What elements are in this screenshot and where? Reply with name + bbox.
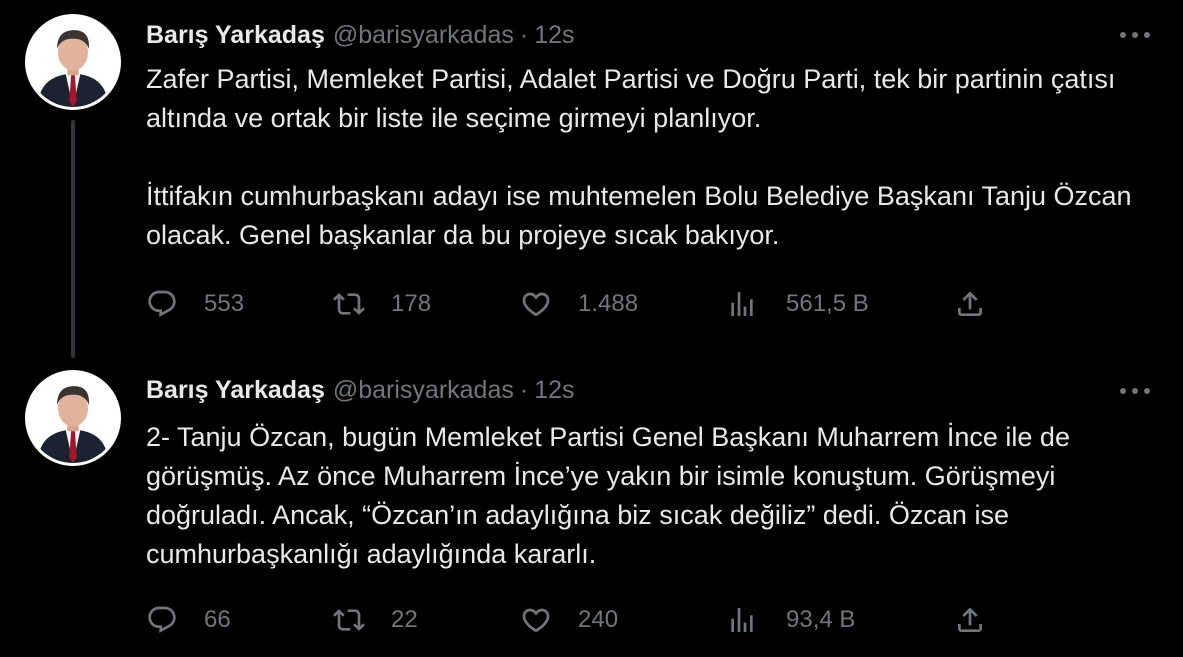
author-name[interactable]: Barış Yarkadaş xyxy=(146,376,325,405)
header-separator: · xyxy=(519,375,529,404)
like-button[interactable]: 240 xyxy=(520,600,618,640)
like-count: 240 xyxy=(578,606,619,633)
views-count: 93,4 B xyxy=(786,606,856,633)
retweet-button[interactable]: 22 xyxy=(333,600,418,640)
share-button[interactable] xyxy=(954,284,986,324)
author-photo xyxy=(28,373,118,463)
heart-icon xyxy=(522,292,550,317)
tweet-1[interactable]: Barış Yarkadaş @barisyarkadas · 12s Zafe… xyxy=(0,0,1183,360)
reply-bubble-icon xyxy=(148,606,176,633)
views-button[interactable]: 93,4 B xyxy=(726,600,855,640)
share-button[interactable] xyxy=(954,600,986,640)
tweet-header: Barış Yarkadaş @barisyarkadas · 12s xyxy=(146,17,575,53)
tweet-text: 2- Tanju Özcan, bugün Memleket Partisi G… xyxy=(146,422,1078,569)
like-count: 1.488 xyxy=(578,290,639,317)
author-photo xyxy=(28,17,118,107)
more-horizontal-icon xyxy=(1120,32,1150,38)
reply-bubble-icon xyxy=(148,290,176,317)
views-bar-chart-icon xyxy=(731,608,753,632)
tweet-2[interactable]: Barış Yarkadaş @barisyarkadas · 12s 2- T… xyxy=(0,360,1183,657)
retweet-button[interactable]: 178 xyxy=(333,284,431,324)
reply-button[interactable]: 66 xyxy=(146,600,231,640)
thread-connector-line xyxy=(71,120,75,358)
header-separator: · xyxy=(519,20,529,49)
reply-count: 553 xyxy=(204,290,245,317)
more-options-button[interactable] xyxy=(1117,25,1153,45)
tweet-timestamp[interactable]: 12s xyxy=(534,376,574,405)
views-bar-chart-icon xyxy=(731,292,753,316)
tweet-actions: 66 22 240 93,4 B xyxy=(146,600,1006,640)
retweet-icon xyxy=(333,293,365,315)
views-count: 561,5 B xyxy=(786,290,869,317)
more-horizontal-icon xyxy=(1120,388,1150,394)
retweet-count: 178 xyxy=(391,290,432,317)
avatar[interactable] xyxy=(25,370,121,466)
share-upload-icon xyxy=(958,607,982,632)
share-upload-icon xyxy=(958,291,982,316)
reply-count: 66 xyxy=(204,606,231,633)
author-handle[interactable]: @barisyarkadas xyxy=(333,21,514,50)
author-name[interactable]: Barış Yarkadaş xyxy=(146,21,325,50)
reply-button[interactable]: 553 xyxy=(146,284,244,324)
tweet-timestamp[interactable]: 12s xyxy=(534,21,574,50)
retweet-count: 22 xyxy=(391,606,418,633)
more-options-button[interactable] xyxy=(1117,381,1153,401)
like-button[interactable]: 1.488 xyxy=(520,284,638,324)
retweet-icon xyxy=(333,609,365,631)
tweet-text: Zafer Partisi, Memleket Partisi, Adalet … xyxy=(146,64,1132,250)
tweet-header: Barış Yarkadaş @barisyarkadas · 12s xyxy=(146,372,575,408)
avatar[interactable] xyxy=(25,14,121,110)
heart-icon xyxy=(522,608,550,633)
tweet-actions: 553 178 1.488 561,5 B xyxy=(146,284,1006,324)
author-handle[interactable]: @barisyarkadas xyxy=(333,376,514,405)
views-button[interactable]: 561,5 B xyxy=(726,284,869,324)
